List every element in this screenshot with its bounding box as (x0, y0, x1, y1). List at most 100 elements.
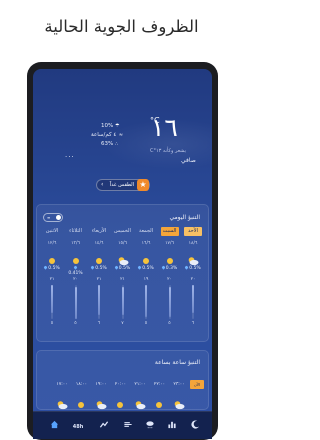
day-column[interactable]: الأربعاء ١٤/٦ 0.5% ٢١ ٦ (90, 205, 108, 343)
nav-precip[interactable] (143, 420, 157, 432)
nav-home[interactable] (47, 420, 61, 432)
day-date: ١٨/٦ (188, 241, 198, 246)
day-high: ٢١ (120, 277, 125, 282)
hour-column[interactable]: ١٧:٠٠ (54, 351, 70, 410)
day-name: الأحد (184, 227, 202, 236)
bottom-nav: 48h (33, 411, 212, 439)
cloud-sun-icon (56, 395, 68, 410)
hour-time: ٢٠:٠٠ (114, 382, 127, 387)
nav-moon[interactable] (188, 420, 202, 432)
day-high: ١٩ (143, 277, 149, 282)
daily-forecast-card: ≡ التنبؤ اليومي الأحد ١٨/٦ 0.5% ٢٠ ٦ السبت ١٧/… (36, 204, 209, 342)
nav-wind[interactable] (121, 420, 135, 432)
hour-time: ١٩:٠٠ (95, 382, 107, 387)
bars-icon (168, 421, 176, 429)
day-precip-value: 0.5% (118, 266, 131, 271)
moon-icon (190, 420, 199, 429)
tomorrow-weather-button[interactable]: ‹ الطقس غداً ★ (96, 179, 150, 191)
day-date: ١٣/٦ (71, 241, 80, 246)
cloud-sun-icon (95, 395, 107, 410)
app-screen: ١٦ °C يشعر وكأنه ١٣°C صافي 10% ☂ ≈ ٤ كم/… (33, 69, 212, 439)
day-column[interactable]: الخميس ١٥/٦ 0.5% ٢١ ٧ (114, 205, 132, 343)
hour-column[interactable]: ١٨:٠٠ (74, 351, 90, 409)
feels-like: يشعر وكأنه ١٣°C (150, 148, 186, 154)
day-low: ٦ (191, 321, 195, 326)
day-name: الجمعة (138, 228, 154, 234)
day-name: الخميس (114, 228, 131, 234)
day-precip: 0.5% (90, 265, 108, 271)
stat-precip: 10% ☂ (101, 123, 120, 129)
umbrella-icon: ☂ (114, 123, 120, 129)
day-column[interactable]: الثلاثاء ١٣/٦ 0.41% ٢٠ ٥ (67, 205, 85, 343)
raindrop-icon (114, 265, 119, 270)
hour-column[interactable]: ٢٠:٠٠ (113, 351, 129, 409)
hour-time: ٢١:٠٠ (134, 382, 146, 387)
humidity-icon: ∴ (114, 141, 119, 147)
day-precip: 0.5% (137, 265, 155, 271)
temp-range-bar (145, 285, 147, 319)
stat-wind: ≈ ٤ كم/ساعة (91, 132, 123, 138)
temp-range-bar (168, 285, 171, 319)
hour-column[interactable]: ١٩:٠٠ (93, 351, 109, 410)
humidity-value: 63% (101, 141, 114, 147)
chevron-left-icon: ‹ (101, 181, 104, 188)
day-date: ١٥/٦ (118, 241, 127, 246)
temp-range-bar (121, 285, 124, 319)
chart-icon (99, 421, 109, 428)
day-low: ٥ (50, 321, 54, 326)
sun-icon (76, 395, 88, 408)
day-column[interactable]: الاثنين ١٢/٦ 0.5% ٢١ ٥ (43, 205, 61, 343)
day-precip: 0.5% (114, 265, 132, 271)
day-name: الثلاثاء (69, 228, 82, 234)
nav-chart[interactable] (97, 420, 111, 432)
day-high: ٢١ (49, 277, 55, 282)
hour-column[interactable]: ٢١:٠٠ (132, 351, 148, 410)
sun-icon (67, 251, 85, 264)
nav-48h[interactable]: 48h (71, 420, 85, 432)
sun-icon (90, 251, 108, 264)
48h-icon: 48h (72, 424, 84, 430)
nav-bars[interactable] (165, 420, 179, 432)
hour-column[interactable]: ٢٣:٠٠ (171, 351, 187, 410)
temperature-unit: °C (150, 116, 160, 125)
raindrop-icon (161, 265, 166, 270)
hour-time: ١٧:٠٠ (56, 382, 68, 387)
condition: صافي (181, 157, 196, 164)
precip-value: 10% (101, 123, 114, 129)
sun-icon (161, 251, 179, 264)
hour-time: ١٨:٠٠ (75, 382, 88, 387)
day-high: ٢١ (96, 277, 102, 282)
day-precip-value: 0.3% (165, 266, 178, 271)
day-precip-value: 0.5% (95, 266, 107, 271)
day-low: ٥ (144, 321, 148, 326)
stat-humidity: 63% ∴ (101, 141, 120, 147)
day-name: السبت (160, 227, 179, 236)
day-precip-value: 0.41% (68, 271, 83, 276)
wind-nav-icon (124, 422, 132, 427)
precip-nav-icon (146, 421, 154, 429)
promo-title: الظروف الجوية الحالية (44, 17, 199, 36)
day-column[interactable]: الأحد ١٨/٦ 0.5% ٢٠ ٦ (184, 205, 202, 343)
hour-time: ٢٣:٠٠ (173, 382, 185, 387)
day-column[interactable]: السبت ١٧/٦ 0.3% ٢٠ ٥ (160, 205, 179, 343)
wind-value: ٤ كم/ساعة (91, 132, 117, 138)
raindrop-icon (72, 265, 78, 270)
hour-column[interactable]: ٢٢:٠٠ (152, 351, 168, 409)
day-column[interactable]: الجمعة ١٦/٦ 0.5% ١٩ ٥ (137, 205, 155, 343)
temp-range-bar (98, 285, 100, 319)
day-date: ١٤/٦ (94, 241, 104, 246)
star-icon: ★ (137, 179, 149, 191)
day-date: ١٢/٦ (47, 241, 57, 246)
hour-now-tab[interactable]: الآن (190, 380, 204, 389)
tomorrow-label: الطقس غداً (109, 182, 134, 188)
day-precip-value: 0.5% (48, 266, 60, 271)
day-date: ١٦/٦ (141, 241, 151, 246)
day-precip: 0.3% (161, 265, 179, 271)
more-ellipsis[interactable]: ... (65, 151, 75, 159)
day-precip: 0.41% (67, 265, 85, 276)
sun-icon (115, 395, 127, 408)
day-date: ١٧/٦ (165, 241, 174, 246)
day-name: الاثنين (45, 228, 59, 234)
temp-range-bar (192, 285, 194, 319)
day-precip-value: 0.5% (189, 266, 201, 271)
